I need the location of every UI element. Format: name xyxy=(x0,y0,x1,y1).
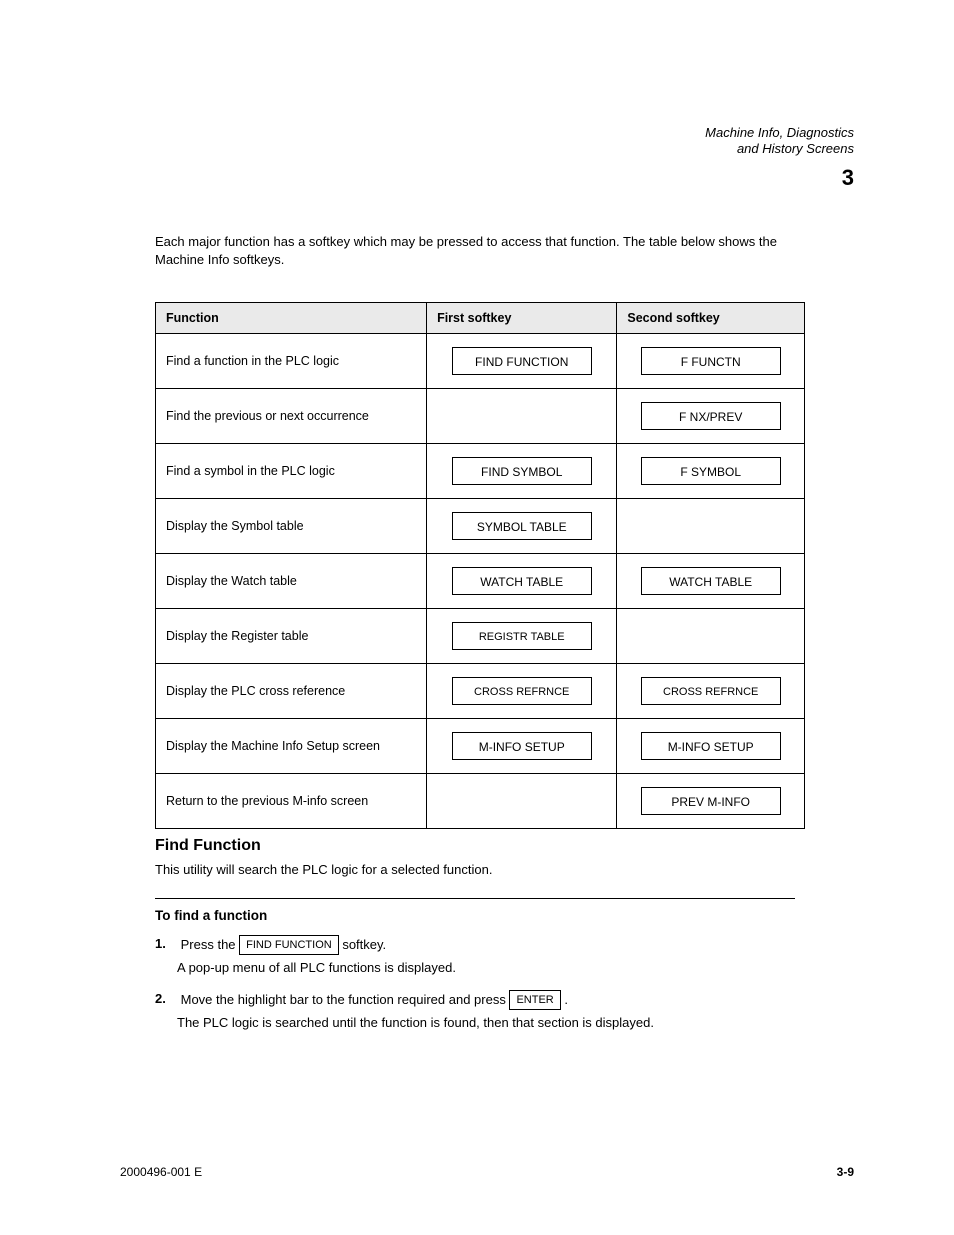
softkey-button[interactable]: F FUNCTN xyxy=(641,347,781,375)
function-label: Display the Symbol table xyxy=(156,499,427,554)
softkey-button[interactable]: CROSS REFRNCE xyxy=(452,677,592,705)
softkey-button[interactable]: WATCH TABLE xyxy=(641,567,781,595)
softkey-inline-button[interactable]: FIND FUNCTION xyxy=(239,935,339,955)
table-row: Find a function in the PLC logic FIND FU… xyxy=(156,334,805,389)
empty-cell xyxy=(617,609,805,664)
step-2: 2. Move the highlight bar to the functio… xyxy=(155,990,795,1032)
intro-paragraph: Each major function has a softkey which … xyxy=(155,233,795,268)
footer-page-number: 3-9 xyxy=(837,1165,854,1179)
function-label: Find a function in the PLC logic xyxy=(156,334,427,389)
empty-cell xyxy=(427,389,617,444)
softkey-button[interactable]: M-INFO SETUP xyxy=(641,732,781,760)
page-footer: 2000496-001 E 3-9 xyxy=(120,1165,854,1179)
empty-cell xyxy=(617,499,805,554)
step2-suffix: . xyxy=(564,992,568,1007)
function-label: Display the PLC cross reference xyxy=(156,664,427,719)
divider xyxy=(155,898,795,899)
function-label: Find the previous or next occurrence xyxy=(156,389,427,444)
softkey-button[interactable]: F NX/PREV xyxy=(641,402,781,430)
softkey-button[interactable]: CROSS REFRNCE xyxy=(641,677,781,705)
table-row: Display the Machine Info Setup screen M-… xyxy=(156,719,805,774)
header-section-number: 3 xyxy=(705,164,854,192)
softkey-button[interactable]: REGISTR TABLE xyxy=(452,622,592,650)
step-1: 1. Press the FIND FUNCTION softkey. A po… xyxy=(155,935,795,977)
table-row: Display the PLC cross reference CROSS RE… xyxy=(156,664,805,719)
enter-key-button[interactable]: ENTER xyxy=(509,990,560,1010)
softkey-button[interactable]: FIND FUNCTION xyxy=(452,347,592,375)
softkey-button[interactable]: FIND SYMBOL xyxy=(452,457,592,485)
table-row: Display the Watch table WATCH TABLE WATC… xyxy=(156,554,805,609)
find-function-heading: Find Function xyxy=(155,835,795,857)
step-number: 2. xyxy=(155,990,177,1008)
table-header-first: First softkey xyxy=(427,303,617,334)
table-header-second: Second softkey xyxy=(617,303,805,334)
find-function-description: This utility will search the PLC logic f… xyxy=(155,861,795,879)
step1-note: A pop-up menu of all PLC functions is di… xyxy=(177,959,795,977)
footer-doc-id: 2000496-001 E xyxy=(120,1165,202,1179)
header-title-line2: and History Screens xyxy=(705,141,854,157)
function-label: Display the Register table xyxy=(156,609,427,664)
table-header-row: Function First softkey Second softkey xyxy=(156,303,805,334)
body-section: Find Function This utility will search t… xyxy=(155,805,795,1044)
step1-prefix: Press the xyxy=(181,937,240,952)
step-number: 1. xyxy=(155,935,177,953)
table-row: Display the Register table REGISTR TABLE xyxy=(156,609,805,664)
function-label: Display the Watch table xyxy=(156,554,427,609)
softkey-button[interactable]: M-INFO SETUP xyxy=(452,732,592,760)
softkey-button[interactable]: F SYMBOL xyxy=(641,457,781,485)
header-title-line1: Machine Info, Diagnostics xyxy=(705,125,854,141)
softkey-table: Function First softkey Second softkey Fi… xyxy=(155,302,805,829)
steps-heading: To find a function xyxy=(155,907,795,926)
softkey-button[interactable]: WATCH TABLE xyxy=(452,567,592,595)
table-row: Find a symbol in the PLC logic FIND SYMB… xyxy=(156,444,805,499)
table-header-function: Function xyxy=(156,303,427,334)
page-header: Machine Info, Diagnostics and History Sc… xyxy=(705,125,854,191)
step2-prefix: Move the highlight bar to the function r… xyxy=(181,992,510,1007)
table-row: Display the Symbol table SYMBOL TABLE xyxy=(156,499,805,554)
softkey-button[interactable]: SYMBOL TABLE xyxy=(452,512,592,540)
function-label: Find a symbol in the PLC logic xyxy=(156,444,427,499)
step1-suffix: softkey. xyxy=(342,937,386,952)
step2-note: The PLC logic is searched until the func… xyxy=(177,1014,795,1032)
table-row: Find the previous or next occurrence F N… xyxy=(156,389,805,444)
function-label: Display the Machine Info Setup screen xyxy=(156,719,427,774)
